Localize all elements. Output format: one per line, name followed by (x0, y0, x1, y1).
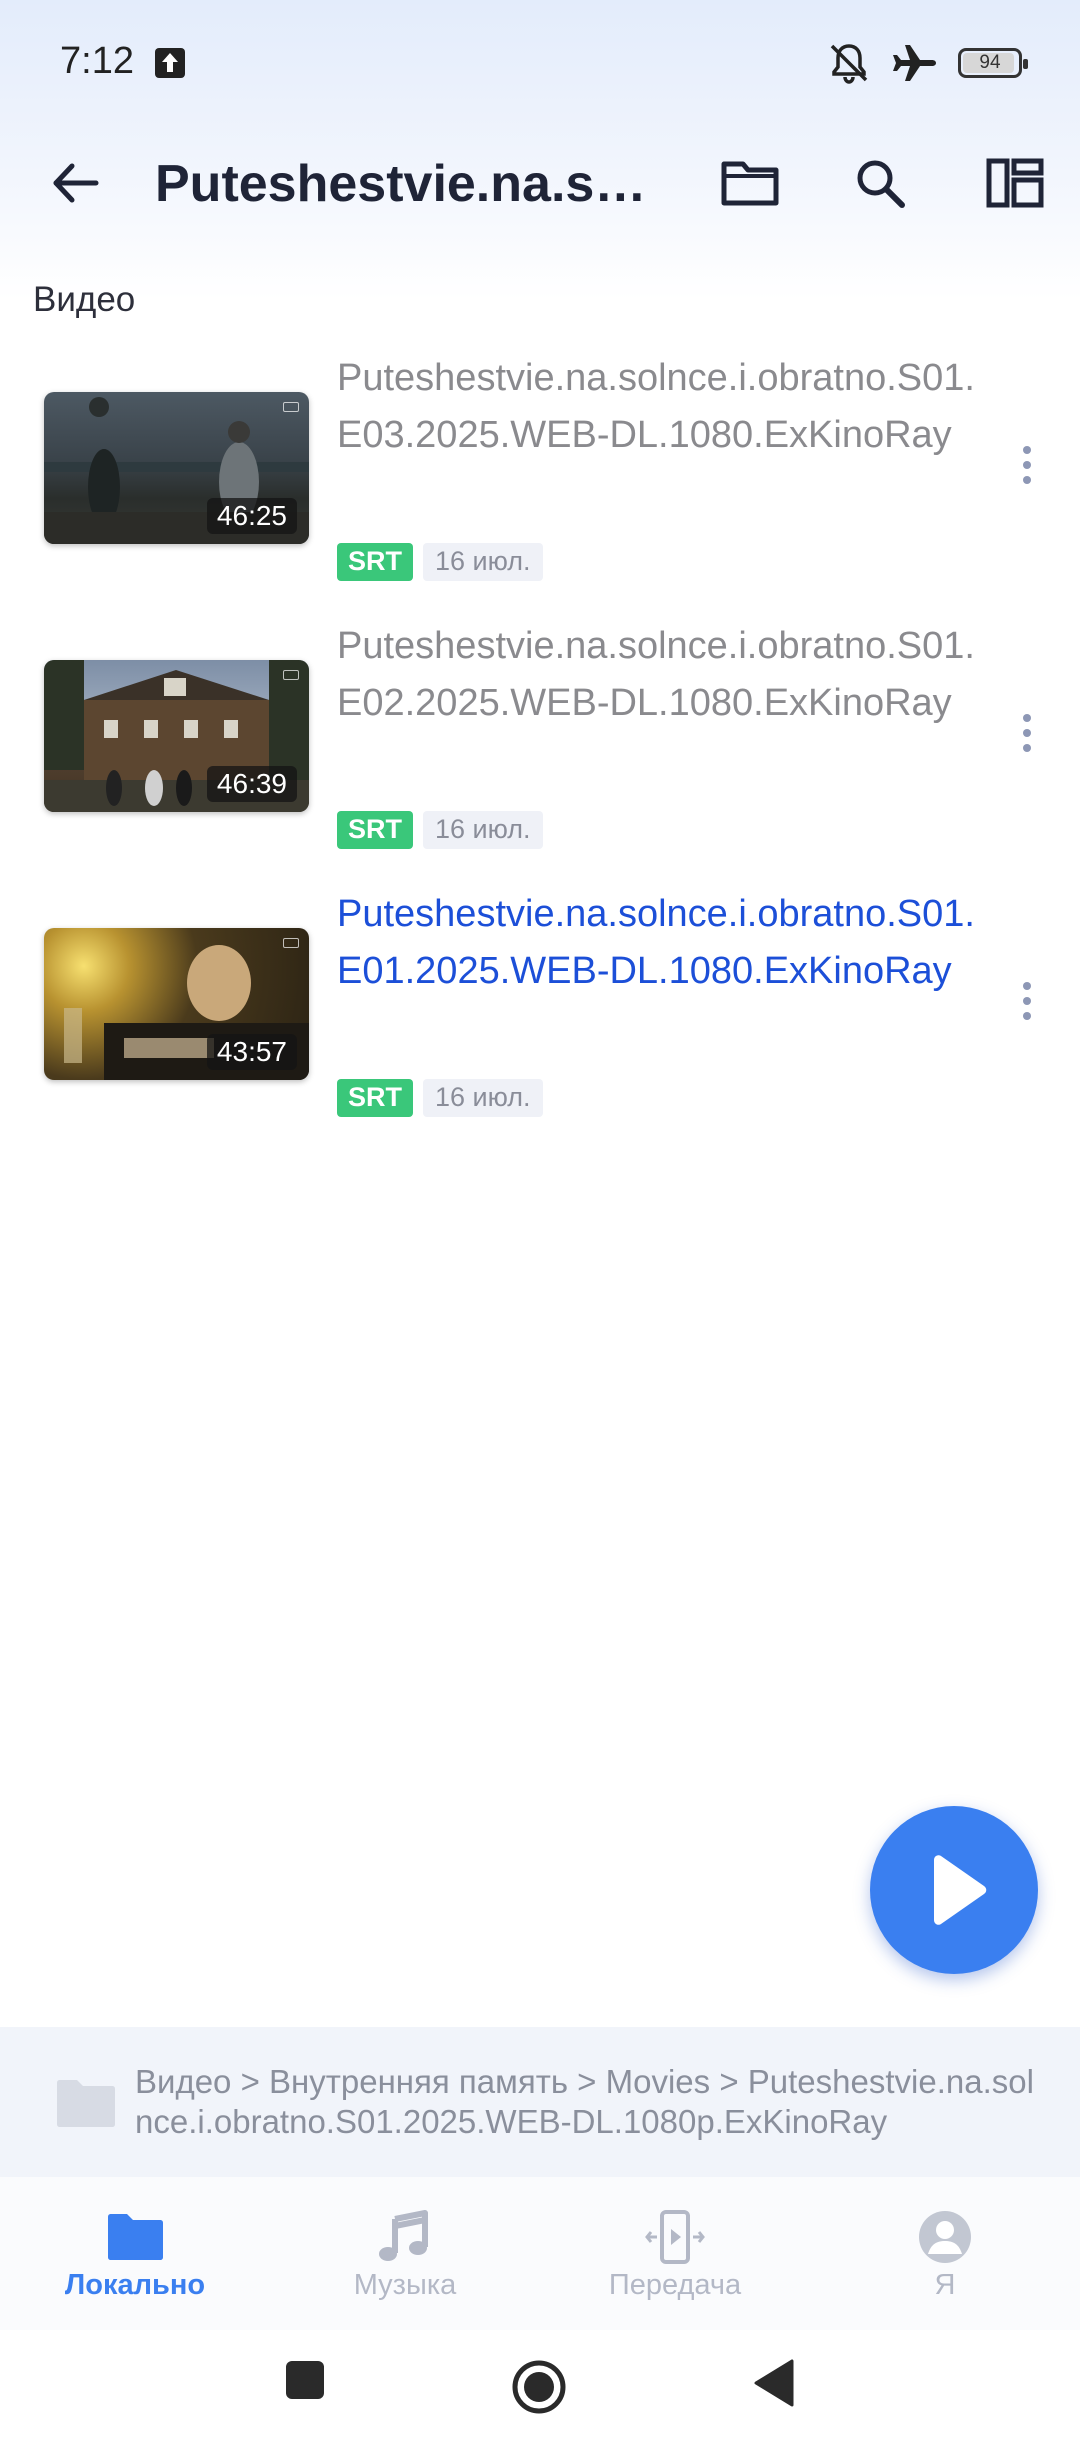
more-dot (1023, 461, 1031, 469)
video-item[interactable]: 46:39 Puteshestvie.na.solnce.i.obratno.S… (0, 618, 1080, 886)
layout-toggle-button[interactable] (975, 148, 1055, 218)
play-icon (934, 1855, 987, 1925)
home-button[interactable] (510, 2358, 568, 2421)
nav-item-profile[interactable]: Я (810, 2177, 1080, 2330)
video-title: Puteshestvie.na.solnce.i.obratno.S01.E01… (337, 893, 975, 992)
home-circle-icon (512, 2360, 566, 2414)
more-options-button[interactable] (1002, 430, 1052, 500)
video-tags: SRT 16 июл. (337, 811, 543, 849)
triangle-back-icon (754, 2359, 794, 2407)
video-tags: SRT 16 июл. (337, 1079, 543, 1117)
more-dot (1023, 476, 1031, 484)
nav-label: Передача (608, 2269, 742, 2301)
video-thumbnail: 43:57 (44, 928, 309, 1080)
video-title: Puteshestvie.na.solnce.i.obratno.S01.E02… (337, 625, 975, 724)
battery-icon: 94 (958, 48, 1028, 78)
search-button[interactable] (840, 148, 920, 218)
hd-indicator (283, 670, 299, 680)
back-button[interactable] (40, 148, 110, 218)
app-bar: Puteshestvie.na.solnce.i.obratno.S01.202… (0, 130, 1080, 230)
video-item[interactable]: 43:57 Puteshestvie.na.solnce.i.obratno.S… (0, 886, 1080, 1154)
bottom-navigation: Локально Музыка Передача Я (0, 2177, 1080, 2330)
path-bar[interactable]: Видео > Внутренняя память > Movies > Put… (0, 2027, 1080, 2177)
folder-outline-icon (721, 161, 779, 206)
arrow-left-icon (53, 163, 99, 203)
more-dot (1023, 997, 1031, 1005)
video-list: 46:25 Puteshestvie.na.solnce.i.obratno.S… (0, 350, 1080, 1154)
section-label: Видео (33, 280, 136, 319)
transfer-icon (645, 2210, 705, 2264)
video-tags: SRT 16 июл. (337, 543, 543, 581)
nav-label: Я (934, 2269, 956, 2301)
status-time: 7:12 (60, 40, 134, 82)
more-dot (1023, 729, 1031, 737)
hd-indicator (283, 402, 299, 412)
subtitle-badge: SRT (337, 543, 413, 581)
video-duration: 43:57 (206, 1034, 297, 1070)
more-options-button[interactable] (1002, 966, 1052, 1036)
nav-item-transfer[interactable]: Передача (540, 2177, 810, 2330)
recent-apps-button[interactable] (283, 2358, 327, 2407)
more-vertical-icon (1023, 982, 1031, 990)
profile-icon (919, 2211, 971, 2263)
open-folder-button[interactable] (710, 148, 790, 218)
nav-label: Локально (64, 2269, 206, 2301)
video-thumbnail: 46:25 (44, 392, 309, 544)
grid-layout-icon (986, 158, 1044, 208)
music-note-icon (379, 2210, 428, 2261)
nav-item-local[interactable]: Локально (0, 2177, 270, 2330)
folder-icon (108, 2214, 163, 2260)
back-nav-button[interactable] (752, 2358, 796, 2413)
square-icon (286, 2361, 324, 2399)
breadcrumb-path: Видео > Внутренняя память > Movies > Put… (135, 2063, 1034, 2140)
upload-notification-icon (155, 48, 185, 78)
status-bar: 7:12 94 (0, 0, 1080, 130)
system-navigation-bar (0, 2330, 1080, 2460)
page-title: Puteshestvie.na.solnce.i.obratno.S01.202… (155, 155, 675, 213)
more-options-button[interactable] (1002, 698, 1052, 768)
nav-item-music[interactable]: Музыка (270, 2177, 540, 2330)
video-duration: 46:25 (206, 498, 297, 534)
video-duration: 46:39 (206, 766, 297, 802)
silent-mode-icon (830, 44, 868, 84)
video-date: 16 июл. (423, 543, 543, 581)
search-icon (857, 160, 905, 208)
airplane-mode-icon (893, 45, 936, 81)
battery-percent: 94 (979, 52, 1001, 73)
folder-icon (57, 2080, 115, 2127)
video-date: 16 июл. (423, 811, 543, 849)
video-date: 16 июл. (423, 1079, 543, 1117)
video-item[interactable]: 46:25 Puteshestvie.na.solnce.i.obratno.S… (0, 350, 1080, 618)
play-fab-button[interactable] (870, 1806, 1038, 1974)
subtitle-badge: SRT (337, 811, 413, 849)
status-icons: 94 (826, 38, 1028, 88)
more-vertical-icon (1023, 714, 1031, 722)
video-title: Puteshestvie.na.solnce.i.obratno.S01.E03… (337, 357, 975, 456)
video-thumbnail: 46:39 (44, 660, 309, 812)
nav-label: Музыка (353, 2269, 457, 2301)
more-dot (1023, 744, 1031, 752)
more-vertical-icon (1023, 446, 1031, 454)
hd-indicator (283, 938, 299, 948)
subtitle-badge: SRT (337, 1079, 413, 1117)
more-dot (1023, 1012, 1031, 1020)
